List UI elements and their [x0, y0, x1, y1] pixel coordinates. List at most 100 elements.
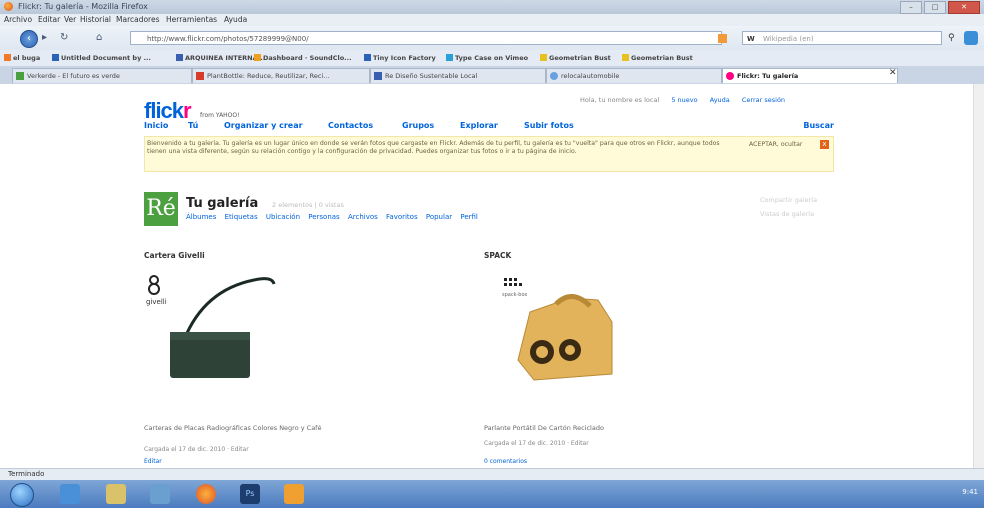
share-gallery-link[interactable]: Compartir galería: [760, 196, 817, 204]
tab-rediseno[interactable]: Re Diseño Sustentable Local: [370, 68, 546, 83]
home-button[interactable]: ⌂: [96, 32, 102, 43]
bookmark-item[interactable]: Untitled Document by ...: [52, 54, 151, 62]
maximize-button[interactable]: □: [924, 1, 946, 14]
back-button[interactable]: ‹: [20, 30, 38, 48]
mail-link[interactable]: 5 nuevo: [671, 96, 697, 104]
bookmark-icon: [254, 54, 261, 61]
subnav-favoritos[interactable]: Favoritos: [386, 213, 418, 221]
system-clock[interactable]: 9:41: [962, 488, 978, 496]
ie-icon[interactable]: [60, 484, 80, 504]
start-button[interactable]: [10, 483, 34, 507]
bookmark-icon: [176, 54, 183, 61]
subnav-ubicacion[interactable]: Ubicación: [266, 213, 300, 221]
bookmark-item[interactable]: ARQUINEA INTERNA...: [176, 54, 265, 62]
tab-strip: Verkerde - El futuro es verde PlantBottl…: [0, 66, 984, 84]
yahoo-tagline: from YAHOO!: [200, 112, 240, 119]
menu-historial[interactable]: Historial: [80, 15, 111, 24]
app-icon[interactable]: [150, 484, 170, 504]
nav-subir-fotos[interactable]: Subir fotos: [524, 121, 574, 130]
window-title-bar: Flickr: Tu galería - Mozilla Firefox – □…: [0, 0, 984, 14]
tab-verkerde[interactable]: Verkerde - El futuro es verde: [12, 68, 192, 83]
bookmark-item[interactable]: Geometrian Bust: [622, 54, 693, 62]
flickr-main-nav: Inicio Tú Organizar y crear Contactos Gr…: [144, 121, 834, 131]
rss-icon[interactable]: [718, 34, 727, 43]
reload-button[interactable]: ↻: [60, 32, 68, 43]
menu-herramientas[interactable]: Herramientas: [166, 15, 217, 24]
menu-marcadores[interactable]: Marcadores: [116, 15, 160, 24]
subnav-archivos[interactable]: Archivos: [348, 213, 378, 221]
addon-icon[interactable]: [964, 31, 978, 45]
item-edit-link[interactable]: Editar: [144, 458, 162, 465]
photo-thumbnail[interactable]: givelli: [144, 270, 284, 390]
search-icon[interactable]: ⚲: [948, 33, 955, 43]
nav-contactos[interactable]: Contactos: [328, 121, 373, 130]
window-title: Flickr: Tu galería - Mozilla Firefox: [18, 2, 148, 11]
tab-flickr[interactable]: Flickr: Tu galería: [722, 68, 898, 83]
url-bar[interactable]: http://www.flickr.com/photos/57289999@N0…: [130, 31, 722, 45]
item-comments-link[interactable]: 0 comentarios: [484, 458, 527, 465]
tab-favicon: [196, 72, 204, 80]
svg-text:givelli: givelli: [146, 298, 167, 306]
gallery-views-link[interactable]: Vistas de galería: [760, 210, 814, 218]
subnav-perfil[interactable]: Perfil: [460, 213, 478, 221]
flickr-favicon: [726, 72, 734, 80]
menu-archivo[interactable]: Archivo: [4, 15, 32, 24]
tab-relocal[interactable]: relocalautomobile: [546, 68, 722, 83]
speaker-left-cone: [536, 346, 548, 358]
speaker-right-cone: [565, 345, 575, 355]
gallery-subnav: Álbumes Etiquetas Ubicación Personas Arc…: [186, 213, 484, 221]
menu-ver[interactable]: Ver: [64, 15, 76, 24]
givelli-logo: givelli: [146, 275, 167, 306]
bookmark-item[interactable]: el buga: [4, 54, 40, 62]
close-button[interactable]: ✕: [948, 1, 980, 14]
bookmark-icon: [446, 54, 453, 61]
avatar[interactable]: Ré: [144, 192, 178, 226]
nav-buscar[interactable]: Buscar: [803, 121, 834, 130]
window-controls: – □ ✕: [900, 1, 980, 14]
bookmark-item[interactable]: Type Case on Vimeo: [446, 54, 528, 62]
nav-organizar[interactable]: Organizar y crear: [224, 121, 303, 130]
item-description: Carteras de Placas Radiográficas Colores…: [144, 424, 322, 432]
subnav-etiquetas[interactable]: Etiquetas: [225, 213, 258, 221]
search-input[interactable]: W Wikipedia (en): [742, 31, 942, 45]
nav-inicio[interactable]: Inicio: [144, 121, 168, 130]
bag-flap: [170, 332, 250, 340]
banner-message: Bienvenido a tu galería. Tu galería es u…: [147, 140, 720, 155]
illustrator-icon[interactable]: [284, 484, 304, 504]
bookmarks-toolbar: el buga Untitled Document by ... ARQUINE…: [0, 50, 984, 66]
greeting-text: Hola, tu nombre es local: [580, 96, 660, 104]
signout-link[interactable]: Cerrar sesión: [742, 96, 785, 104]
subnav-popular[interactable]: Popular: [426, 213, 452, 221]
banner-accept-link[interactable]: ACEPTAR, ocultar: [749, 141, 802, 148]
item-description: Parlante Portátil De Cartón Reciclado: [484, 424, 604, 432]
nav-grupos[interactable]: Grupos: [402, 121, 434, 130]
tab-plantbottle[interactable]: PlantBottle: Reduce, Reutilizar, Reci...: [192, 68, 370, 83]
forward-button[interactable]: ▸: [42, 32, 47, 43]
close-tab-icon[interactable]: ✕: [889, 68, 897, 78]
bookmark-item[interactable]: Geometrian Bust: [540, 54, 611, 62]
firefox-taskbar-icon[interactable]: [196, 484, 216, 504]
banner-close-button[interactable]: x: [820, 140, 829, 149]
photo-thumbnail[interactable]: spack-box: [500, 270, 630, 390]
minimize-button[interactable]: –: [900, 1, 922, 14]
bookmark-icon: [52, 54, 59, 61]
bookmark-item[interactable]: Dashboard · SoundClo...: [254, 54, 352, 62]
menu-bar: Archivo Editar Ver Historial Marcadores …: [0, 14, 984, 26]
menu-editar[interactable]: Editar: [38, 15, 60, 24]
vertical-scrollbar[interactable]: [973, 84, 984, 468]
bookmark-item[interactable]: Tiny Icon Factory: [364, 54, 436, 62]
nav-tu[interactable]: Tú: [188, 121, 198, 130]
menu-ayuda[interactable]: Ayuda: [224, 15, 247, 24]
item-title[interactable]: SPACK: [484, 251, 511, 260]
subnav-personas[interactable]: Personas: [308, 213, 339, 221]
item-meta: Cargada el 17 de dic. 2010 · Editar: [144, 446, 249, 453]
search-engine-icon[interactable]: W: [747, 32, 755, 46]
help-link[interactable]: Ayuda: [710, 96, 730, 104]
explorer-icon[interactable]: [106, 484, 126, 504]
subnav-albumes[interactable]: Álbumes: [186, 213, 216, 221]
photoshop-icon[interactable]: Ps: [240, 484, 260, 504]
nav-explorar[interactable]: Explorar: [460, 121, 498, 130]
bag-strap: [182, 277, 276, 341]
tab-favicon: [374, 72, 382, 80]
item-title[interactable]: Cartera Givelli: [144, 251, 205, 260]
